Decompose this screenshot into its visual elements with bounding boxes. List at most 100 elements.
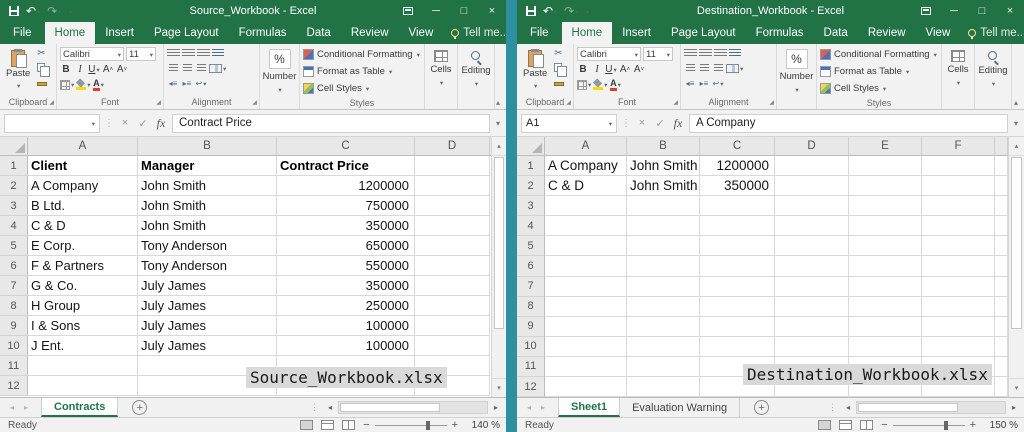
vertical-scroll-track[interactable] (1009, 156, 1024, 378)
cell-A10[interactable]: J Ent. (28, 336, 138, 356)
cell-partial[interactable] (995, 196, 1008, 216)
zoom-out-button[interactable]: − (881, 419, 887, 431)
cell-E4[interactable] (849, 216, 922, 236)
cell-A4[interactable]: C & D (28, 216, 138, 236)
new-sheet-button[interactable]: + (132, 400, 147, 415)
italic-button[interactable]: I (591, 63, 603, 76)
cell-E3[interactable] (849, 196, 922, 216)
cell-A2[interactable]: A Company (28, 176, 138, 196)
row-header-2[interactable]: 2 (0, 176, 28, 196)
cell-styles-button[interactable]: Cell Styles (303, 81, 421, 96)
cell-B3[interactable]: John Smith (138, 196, 277, 216)
row-header-9[interactable]: 9 (0, 316, 28, 336)
tab-page-layout[interactable]: Page Layout (661, 22, 746, 44)
orientation-button[interactable] (212, 47, 224, 60)
undo-button[interactable]: ↶ (543, 5, 557, 17)
horizontal-scroll-track[interactable] (856, 401, 1006, 414)
borders-button[interactable] (577, 78, 591, 91)
maximize-button[interactable]: □ (450, 0, 478, 22)
cell-E5[interactable] (849, 236, 922, 256)
cell-D3[interactable] (415, 196, 490, 216)
vertical-scroll-track[interactable] (492, 156, 506, 378)
align-right-button[interactable] (195, 62, 207, 75)
align-top-button[interactable] (167, 47, 180, 60)
cell-B12[interactable] (627, 377, 700, 397)
align-left-button[interactable] (684, 62, 696, 75)
cell-A9[interactable]: I & Sons (28, 316, 138, 336)
cell-C3[interactable]: 750000 (277, 196, 415, 216)
fill-color-button[interactable] (76, 78, 90, 91)
row-header-5[interactable]: 5 (517, 236, 545, 256)
decrease-indent-button[interactable]: ◂≡ (684, 77, 696, 90)
font-name-select[interactable]: Calibri (60, 47, 124, 61)
cell-A11[interactable] (28, 356, 138, 376)
insert-function-button[interactable]: fx (671, 116, 685, 131)
column-header-partial[interactable] (995, 137, 1008, 155)
zoom-in-button[interactable]: + (970, 419, 976, 431)
column-header-C[interactable]: C (277, 137, 415, 155)
row-header-2[interactable]: 2 (517, 176, 545, 196)
column-header-F[interactable]: F (922, 137, 995, 155)
insert-function-button[interactable]: fx (154, 116, 168, 131)
cell-C3[interactable] (700, 196, 775, 216)
scroll-left-button[interactable]: ◂ (842, 403, 854, 412)
cell-E6[interactable] (849, 256, 922, 276)
cell-B9[interactable] (627, 317, 700, 337)
align-bottom-button[interactable] (197, 47, 210, 60)
cell-F9[interactable] (922, 317, 995, 337)
cell-C8[interactable] (700, 297, 775, 317)
cell-D6[interactable] (415, 256, 490, 276)
percent-style-button[interactable]: % (269, 49, 291, 69)
wrap-text-button[interactable]: ↩ (195, 77, 207, 90)
cell-A8[interactable] (545, 297, 627, 317)
cell-partial[interactable] (995, 156, 1008, 176)
cell-B1[interactable]: John Smith (627, 156, 700, 176)
page-layout-view-button[interactable] (321, 420, 334, 430)
enter-button[interactable]: ✓ (136, 117, 150, 130)
cell-A6[interactable]: F & Partners (28, 256, 138, 276)
cell-E10[interactable] (849, 337, 922, 357)
cut-button[interactable]: ✂ (37, 48, 49, 59)
row-header-11[interactable]: 11 (517, 357, 545, 377)
row-header-10[interactable]: 10 (517, 337, 545, 357)
zoom-slider[interactable] (893, 425, 965, 426)
row-header-3[interactable]: 3 (0, 196, 28, 216)
bold-button[interactable]: B (60, 63, 72, 76)
redo-button[interactable]: ↷ (47, 5, 61, 17)
cell-C8[interactable]: 250000 (277, 296, 415, 316)
row-header-3[interactable]: 3 (517, 196, 545, 216)
zoom-slider[interactable] (375, 425, 447, 426)
cell-B1[interactable]: Manager (138, 156, 277, 176)
cell-B8[interactable] (627, 297, 700, 317)
dialog-launcher-icon[interactable] (566, 99, 571, 106)
name-box[interactable]: A1 (521, 114, 617, 133)
expand-formula-bar-button[interactable] (494, 119, 502, 128)
merge-center-button[interactable] (209, 62, 226, 75)
row-header-6[interactable]: 6 (0, 256, 28, 276)
cut-button[interactable]: ✂ (554, 48, 566, 59)
cell-F6[interactable] (922, 256, 995, 276)
cell-F3[interactable] (922, 196, 995, 216)
close-button[interactable]: × (996, 0, 1024, 22)
minimize-button[interactable]: ─ (422, 0, 450, 22)
copy-button[interactable] (37, 62, 49, 73)
tab-view[interactable]: View (916, 22, 961, 44)
column-header-D[interactable]: D (415, 137, 490, 155)
cell-partial[interactable] (995, 277, 1008, 297)
borders-button[interactable] (60, 78, 74, 91)
customize-qat-button[interactable] (68, 6, 72, 17)
italic-button[interactable]: I (74, 63, 86, 76)
cell-E9[interactable] (849, 317, 922, 337)
increase-indent-button[interactable]: ▸≡ (181, 77, 193, 90)
cell-A5[interactable]: E Corp. (28, 236, 138, 256)
cell-D4[interactable] (415, 216, 490, 236)
zoom-out-button[interactable]: − (363, 419, 369, 431)
tab-page-layout[interactable]: Page Layout (144, 22, 229, 44)
align-middle-button[interactable] (182, 47, 195, 60)
cell-C10[interactable]: 100000 (277, 336, 415, 356)
horizontal-scroll-thumb[interactable] (340, 403, 440, 412)
cell-A5[interactable] (545, 236, 627, 256)
cell-partial[interactable] (995, 357, 1008, 377)
scroll-down-button[interactable]: ▾ (1009, 378, 1024, 397)
cell-D8[interactable] (415, 296, 490, 316)
